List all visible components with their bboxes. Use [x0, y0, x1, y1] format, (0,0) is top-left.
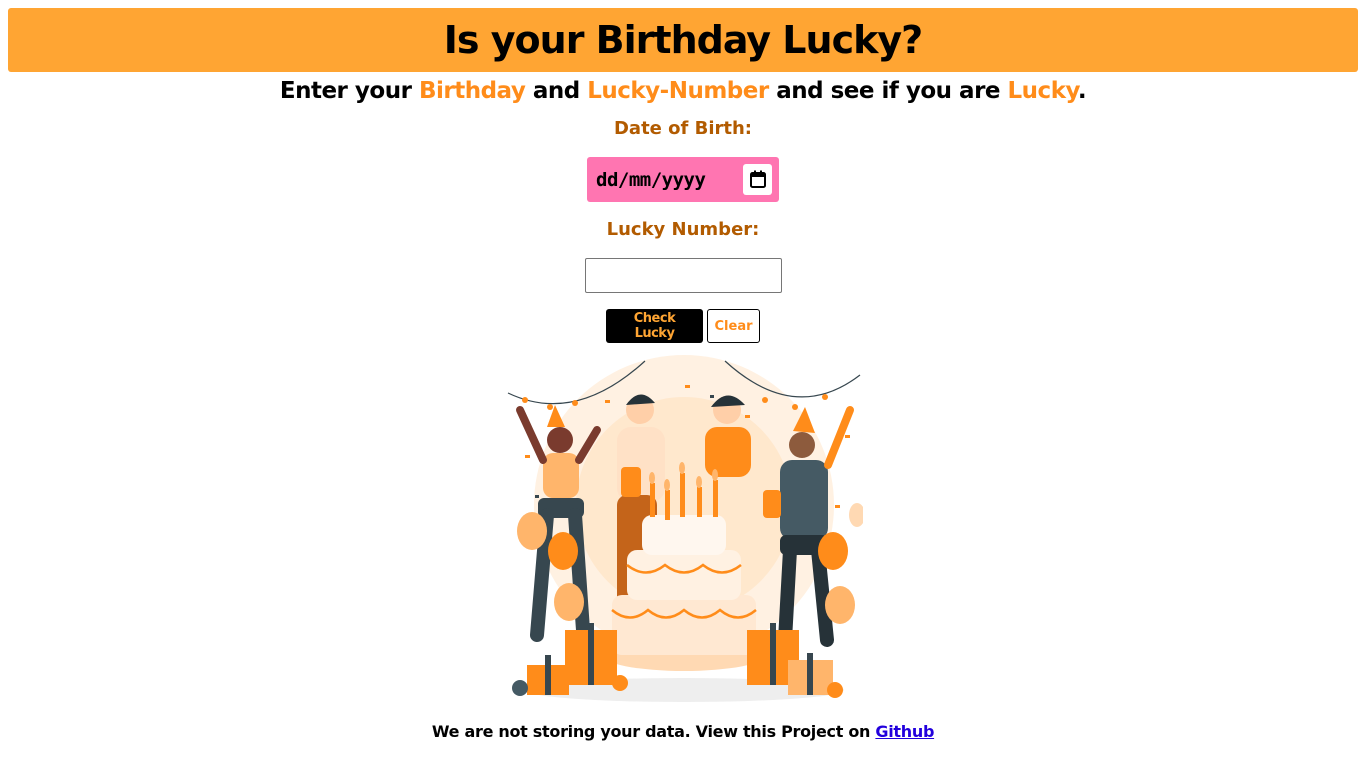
- footer-text: We are not storing your data. View this …: [431, 722, 876, 741]
- check-lucky-button[interactable]: Check Lucky: [606, 309, 703, 343]
- clear-button[interactable]: Clear: [707, 309, 760, 343]
- page-header: Is your Birthday Lucky?: [8, 8, 1358, 72]
- subtitle-text: and see if you are: [768, 78, 1008, 104]
- subtitle-text: .: [1077, 78, 1087, 104]
- dob-label: Date of Birth:: [613, 118, 752, 139]
- subtitle: Enter your Birthday and Lucky-Number and…: [0, 78, 1366, 104]
- lucky-number-label: Lucky Number:: [606, 219, 760, 240]
- subtitle-highlight-lucky-number: Lucky-Number: [587, 78, 769, 104]
- subtitle-highlight-lucky: Lucky: [1007, 78, 1079, 104]
- dob-input[interactable]: dd/mm/yyyy: [587, 157, 779, 202]
- calendar-icon[interactable]: [743, 164, 772, 195]
- page-title: Is your Birthday Lucky?: [443, 18, 923, 62]
- github-link[interactable]: Github: [875, 722, 934, 741]
- subtitle-text: and: [525, 78, 588, 104]
- footer: We are not storing your data. View this …: [0, 722, 1366, 741]
- birthday-party-illustration: [505, 355, 865, 705]
- subtitle-text: Enter your: [279, 78, 419, 104]
- dob-value: dd/mm/yyyy: [596, 168, 706, 191]
- lucky-number-input[interactable]: [585, 258, 782, 293]
- subtitle-highlight-birthday: Birthday: [418, 78, 526, 104]
